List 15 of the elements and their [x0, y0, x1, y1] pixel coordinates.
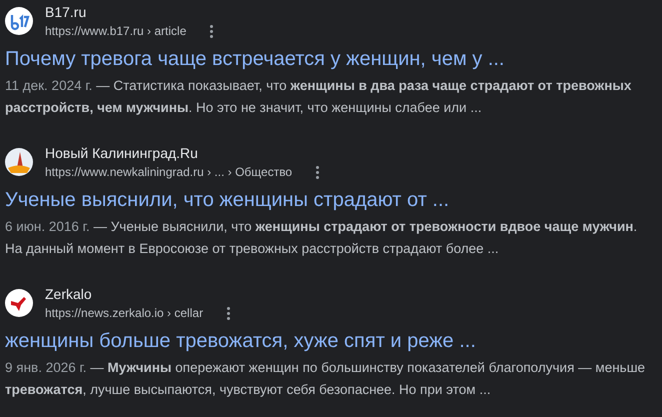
site-logo-icon	[5, 7, 33, 35]
site-url: https://news.zerkalo.io › cellar	[45, 305, 204, 322]
site-name: Новый Калининград.Ru	[45, 144, 199, 163]
result-snippet: 6 июн. 2016 г. — Ученые выяснили, что женщины страдают от тревожности вдвое чаще мужчин. На данный момент в Евросоюзе от тревожных расстройств страдают более ...	[4, 218, 638, 258]
tower-icon	[5, 148, 33, 176]
result-title-link[interactable]: женщины больше тревожатся, хуже спят и реже ...	[0, 328, 662, 354]
site-url: https://www.b17.ru › article	[45, 23, 186, 40]
bird-icon	[5, 289, 33, 317]
result-title-link[interactable]: Ученые выяснили, что женщины страдают от ...	[0, 187, 662, 213]
site-name: B17.ru	[45, 3, 88, 22]
result-snippet: 9 янв. 2026 г. — Мужчины опережают женщин по большинству показателей благополучия — меньше тревожатся, лучше высыпаются, чувствуют себя безопаснее. Но при этом ...	[4, 359, 646, 399]
site-url: https://www.newkaliningrad.ru › ... › Общество	[45, 164, 292, 181]
site-name: Zerkalo	[45, 285, 93, 304]
result-title-link[interactable]: Почему тревога чаще встречается у женщин, чем у ...	[0, 46, 662, 72]
result-snippet: 11 дек. 2024 г. — Статистика показывает, что женщины в два раза чаще страдают от тревожных расстройств, чем мужчины. Но это не значит, что женщины слабее или ...	[4, 77, 632, 117]
